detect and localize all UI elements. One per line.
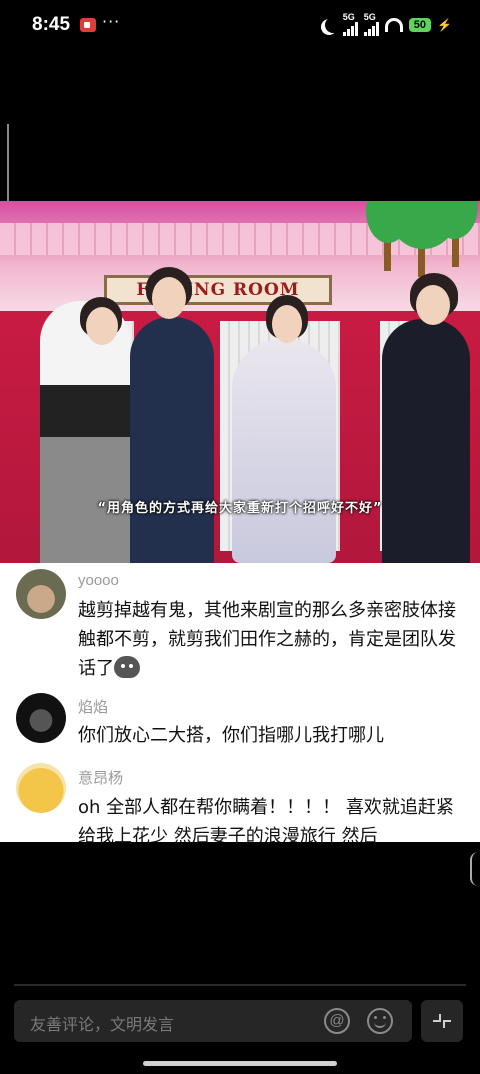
person-4-face [416,285,450,325]
more-dots-icon: ··· [102,12,121,31]
signal-icon-2: 5G [363,12,379,36]
comment-text: oh 全部人都在帮你瞒着！！！！ 喜欢就追赶紧给我上花少 然后妻子的浪漫旅行 然… [78,797,454,842]
comment-text: 你们放心二大搭，你们指哪儿我打哪儿 [78,725,384,746]
person-2 [130,317,214,563]
person-3-face [272,305,302,343]
tree-trunk [418,245,425,277]
signal-label-2: 5G [363,12,376,22]
home-indicator[interactable] [143,1061,337,1066]
recording-icon [80,18,96,32]
collapse-icon [433,1014,451,1028]
video-progress-bar[interactable] [14,984,466,986]
battery-icon: 50 [408,18,432,32]
comment-username[interactable]: yoooo [78,572,119,589]
comment-username[interactable]: 焰焰 [78,696,108,717]
emoji-icon[interactable] [367,1008,393,1034]
person-1 [40,301,130,563]
person-1-face [86,307,118,345]
comment-text: 越剪掉越有鬼，其他来剧宣的那么多亲密肢体接触都不剪，就剪我们田作之赫的，肯定是团… [78,596,468,683]
status-time: 8:45 [32,14,71,35]
tree-trunk [384,241,391,271]
scroll-indicator [7,124,9,202]
mention-icon[interactable]: @ [324,1008,350,1034]
video-subtitle: “用角色的方式再给大家重新打个招呼好不好” [97,501,383,516]
signal-label: 5G [342,12,355,22]
comment-input-placeholder: 友善评论，文明发言 [30,1015,175,1034]
status-icons: 5G 5G 50 ⚡ [321,12,452,36]
collapse-button[interactable] [421,1000,463,1042]
tree-trunk [452,235,459,267]
edge-handle[interactable] [470,852,478,886]
comment-input[interactable]: 友善评论，文明发言 @ [14,1000,412,1042]
signal-icon: 5G [342,12,358,36]
avatar[interactable] [16,763,66,813]
video-player[interactable]: FITTING ROOM “用角色的方式再给大家重新打个招呼好不好” [0,201,480,563]
wifi-icon [384,18,403,32]
status-bar: 8:45 ··· 5G 5G 50 ⚡ [0,0,480,52]
charging-icon: ⚡ [437,18,452,32]
comments-panel[interactable]: yoooo 越剪掉越有鬼，其他来剧宣的那么多亲密肢体接触都不剪，就剪我们田作之赫… [0,563,480,842]
person-3 [232,339,336,563]
comment-username[interactable]: 意昂杨 [78,767,123,788]
sticker-emoji-icon [114,656,140,678]
avatar[interactable] [16,693,66,743]
person-2-face [152,277,186,319]
moon-icon [325,17,341,33]
person-4 [382,319,470,563]
avatar[interactable] [16,569,66,619]
